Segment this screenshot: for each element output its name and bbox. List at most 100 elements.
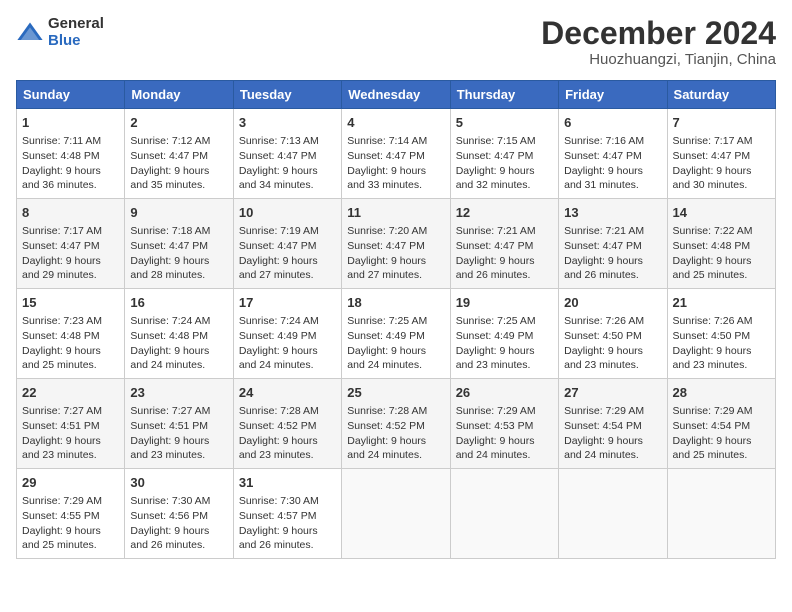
calendar-cell: 31Sunrise: 7:30 AMSunset: 4:57 PMDayligh… <box>233 468 341 558</box>
sunrise: Sunrise: 7:17 AM <box>22 225 102 237</box>
daylight: Daylight: 9 hours and 25 minutes. <box>22 345 101 372</box>
day-number: 19 <box>456 294 553 312</box>
daylight: Daylight: 9 hours and 27 minutes. <box>347 255 426 282</box>
sunrise: Sunrise: 7:21 AM <box>456 225 536 237</box>
daylight: Daylight: 9 hours and 26 minutes. <box>456 255 535 282</box>
sunset: Sunset: 4:47 PM <box>239 240 317 252</box>
day-number: 31 <box>239 474 336 492</box>
sunset: Sunset: 4:47 PM <box>564 150 642 162</box>
daylight: Daylight: 9 hours and 23 minutes. <box>673 345 752 372</box>
sunset: Sunset: 4:50 PM <box>564 330 642 342</box>
sunrise: Sunrise: 7:28 AM <box>239 405 319 417</box>
sunset: Sunset: 4:52 PM <box>347 420 425 432</box>
day-number: 14 <box>673 204 770 222</box>
sunrise: Sunrise: 7:19 AM <box>239 225 319 237</box>
sunset: Sunset: 4:47 PM <box>347 240 425 252</box>
day-number: 8 <box>22 204 119 222</box>
daylight: Daylight: 9 hours and 26 minutes. <box>130 525 209 552</box>
sunset: Sunset: 4:53 PM <box>456 420 534 432</box>
sunrise: Sunrise: 7:23 AM <box>22 315 102 327</box>
calendar-cell: 1Sunrise: 7:11 AMSunset: 4:48 PMDaylight… <box>17 109 125 199</box>
title-block: December 2024 Huozhuangzi, Tianjin, Chin… <box>541 16 776 68</box>
day-number: 9 <box>130 204 227 222</box>
weekday-header-sunday: Sunday <box>17 81 125 109</box>
sunrise: Sunrise: 7:29 AM <box>564 405 644 417</box>
calendar-cell: 15Sunrise: 7:23 AMSunset: 4:48 PMDayligh… <box>17 289 125 379</box>
daylight: Daylight: 9 hours and 26 minutes. <box>239 525 318 552</box>
day-number: 13 <box>564 204 661 222</box>
day-number: 21 <box>673 294 770 312</box>
sunset: Sunset: 4:49 PM <box>456 330 534 342</box>
weekday-header-row: SundayMondayTuesdayWednesdayThursdayFrid… <box>17 81 776 109</box>
calendar-cell: 9Sunrise: 7:18 AMSunset: 4:47 PMDaylight… <box>125 199 233 289</box>
calendar-cell: 21Sunrise: 7:26 AMSunset: 4:50 PMDayligh… <box>667 289 775 379</box>
day-number: 5 <box>456 114 553 132</box>
weekday-header-tuesday: Tuesday <box>233 81 341 109</box>
day-number: 4 <box>347 114 444 132</box>
calendar-cell <box>450 468 558 558</box>
sunset: Sunset: 4:48 PM <box>130 330 208 342</box>
sunrise: Sunrise: 7:30 AM <box>239 495 319 507</box>
calendar-cell: 18Sunrise: 7:25 AMSunset: 4:49 PMDayligh… <box>342 289 450 379</box>
day-number: 20 <box>564 294 661 312</box>
sunrise: Sunrise: 7:25 AM <box>347 315 427 327</box>
calendar-cell: 19Sunrise: 7:25 AMSunset: 4:49 PMDayligh… <box>450 289 558 379</box>
calendar-cell: 10Sunrise: 7:19 AMSunset: 4:47 PMDayligh… <box>233 199 341 289</box>
day-number: 6 <box>564 114 661 132</box>
daylight: Daylight: 9 hours and 23 minutes. <box>456 345 535 372</box>
day-number: 1 <box>22 114 119 132</box>
sunset: Sunset: 4:47 PM <box>673 150 751 162</box>
calendar-cell: 12Sunrise: 7:21 AMSunset: 4:47 PMDayligh… <box>450 199 558 289</box>
sunrise: Sunrise: 7:17 AM <box>673 135 753 147</box>
day-number: 29 <box>22 474 119 492</box>
sunrise: Sunrise: 7:21 AM <box>564 225 644 237</box>
daylight: Daylight: 9 hours and 23 minutes. <box>22 435 101 462</box>
day-number: 27 <box>564 384 661 402</box>
weekday-header-monday: Monday <box>125 81 233 109</box>
calendar-cell: 28Sunrise: 7:29 AMSunset: 4:54 PMDayligh… <box>667 379 775 469</box>
sunset: Sunset: 4:49 PM <box>239 330 317 342</box>
sunrise: Sunrise: 7:20 AM <box>347 225 427 237</box>
sunrise: Sunrise: 7:24 AM <box>130 315 210 327</box>
weekday-header-friday: Friday <box>559 81 667 109</box>
page-header: General Blue December 2024 Huozhuangzi, … <box>16 16 776 68</box>
day-number: 2 <box>130 114 227 132</box>
sunrise: Sunrise: 7:15 AM <box>456 135 536 147</box>
day-number: 12 <box>456 204 553 222</box>
logo-icon <box>16 19 44 47</box>
sunset: Sunset: 4:51 PM <box>22 420 100 432</box>
sunrise: Sunrise: 7:27 AM <box>130 405 210 417</box>
calendar-cell: 2Sunrise: 7:12 AMSunset: 4:47 PMDaylight… <box>125 109 233 199</box>
daylight: Daylight: 9 hours and 25 minutes. <box>22 525 101 552</box>
day-number: 18 <box>347 294 444 312</box>
day-number: 17 <box>239 294 336 312</box>
sunset: Sunset: 4:47 PM <box>130 150 208 162</box>
daylight: Daylight: 9 hours and 24 minutes. <box>456 435 535 462</box>
calendar-cell: 29Sunrise: 7:29 AMSunset: 4:55 PMDayligh… <box>17 468 125 558</box>
calendar-cell: 8Sunrise: 7:17 AMSunset: 4:47 PMDaylight… <box>17 199 125 289</box>
calendar-cell <box>559 468 667 558</box>
daylight: Daylight: 9 hours and 30 minutes. <box>673 165 752 192</box>
weekday-header-wednesday: Wednesday <box>342 81 450 109</box>
calendar-cell: 5Sunrise: 7:15 AMSunset: 4:47 PMDaylight… <box>450 109 558 199</box>
daylight: Daylight: 9 hours and 24 minutes. <box>239 345 318 372</box>
day-number: 30 <box>130 474 227 492</box>
sunset: Sunset: 4:50 PM <box>673 330 751 342</box>
sunrise: Sunrise: 7:30 AM <box>130 495 210 507</box>
day-number: 11 <box>347 204 444 222</box>
sunset: Sunset: 4:47 PM <box>564 240 642 252</box>
daylight: Daylight: 9 hours and 33 minutes. <box>347 165 426 192</box>
sunset: Sunset: 4:47 PM <box>456 150 534 162</box>
daylight: Daylight: 9 hours and 26 minutes. <box>564 255 643 282</box>
logo: General Blue <box>16 16 104 49</box>
daylight: Daylight: 9 hours and 24 minutes. <box>130 345 209 372</box>
calendar-cell: 14Sunrise: 7:22 AMSunset: 4:48 PMDayligh… <box>667 199 775 289</box>
calendar-week-row: 29Sunrise: 7:29 AMSunset: 4:55 PMDayligh… <box>17 468 776 558</box>
day-number: 22 <box>22 384 119 402</box>
calendar-week-row: 8 Sunrise: 7:17 AM Sunset: 4:47 PM Daylight… <box>17 199 776 289</box>
sunset: Sunset: 4:47 PM <box>22 240 100 252</box>
sunset: Sunset: 4:49 PM <box>347 330 425 342</box>
daylight: Daylight: 9 hours and 34 minutes. <box>239 165 318 192</box>
day-number: 16 <box>130 294 227 312</box>
sunrise: Sunrise: 7:29 AM <box>673 405 753 417</box>
